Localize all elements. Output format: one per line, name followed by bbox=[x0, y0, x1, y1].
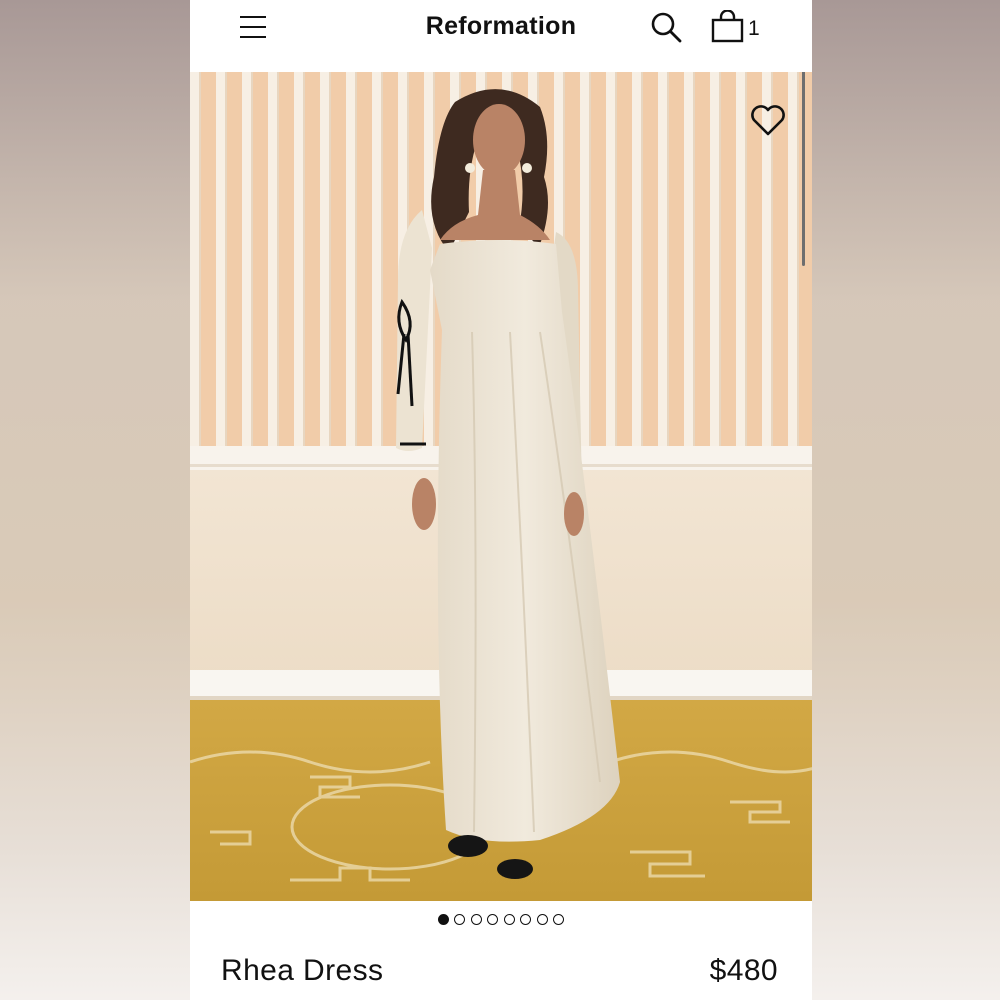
pager-dot-3[interactable] bbox=[470, 914, 482, 925]
product-photo bbox=[190, 72, 812, 901]
pager-dot-7[interactable] bbox=[536, 914, 548, 925]
scrollbar[interactable] bbox=[802, 72, 805, 266]
pager-dot-8[interactable] bbox=[553, 914, 565, 925]
favorite-heart-icon[interactable] bbox=[748, 100, 788, 140]
pager-dot-2[interactable] bbox=[454, 914, 466, 925]
blurred-background-left bbox=[0, 0, 190, 1000]
image-pager bbox=[190, 912, 812, 928]
top-navigation-bar: Reformation 1 bbox=[190, 0, 812, 72]
shopping-bag-icon[interactable] bbox=[711, 10, 745, 44]
search-icon[interactable] bbox=[649, 10, 683, 44]
blurred-background-right bbox=[812, 0, 1000, 1000]
pager-dot-5[interactable] bbox=[503, 914, 515, 925]
bag-item-count[interactable]: 1 bbox=[748, 17, 760, 41]
pager-dot-4[interactable] bbox=[487, 914, 499, 925]
product-image-carousel[interactable] bbox=[190, 72, 812, 901]
product-page: Reformation 1 Rhea Dress $480 bbox=[190, 0, 812, 1000]
pager-dot-1[interactable] bbox=[437, 914, 449, 925]
product-name: Rhea Dress bbox=[221, 954, 384, 987]
pager-dot-6[interactable] bbox=[520, 914, 532, 925]
product-price: $480 bbox=[709, 954, 778, 987]
